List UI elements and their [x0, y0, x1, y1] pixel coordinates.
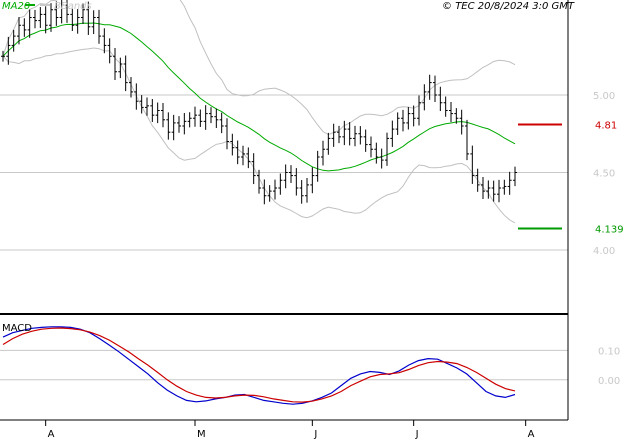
macd-title: MACD	[2, 323, 32, 334]
month-label: A	[528, 429, 535, 440]
legend-ma20: MA20	[2, 1, 30, 12]
price-tick-label: 4.00	[593, 246, 615, 257]
stock-chart: 4.81 4.139 4.00 4.50 5.00 0.00 0.10 A M J J A MA20…	[0, 0, 627, 440]
macd-series-macd	[2, 326, 516, 405]
price-tick-label: 5.00	[593, 91, 615, 102]
resistance-level-label: 4.81	[595, 120, 617, 131]
copyright-text: © TEC 20/8/2024 3:0 GMT	[442, 1, 575, 12]
bbands-legend-swatch	[40, 4, 50, 6]
right-gutter	[568, 0, 627, 440]
support-level-label: 4.139	[595, 224, 624, 235]
macd-series-signal	[2, 327, 516, 403]
macd-tick-label: 0.10	[598, 346, 620, 357]
month-label: M	[197, 429, 206, 440]
price-tick-label: 4.50	[593, 169, 615, 180]
month-label: J	[313, 429, 317, 440]
legend-bbands: BBands	[54, 1, 92, 12]
price-panel-background	[0, 0, 568, 314]
month-label: J	[415, 429, 419, 440]
macd-panel	[2, 326, 516, 405]
month-label: A	[48, 429, 55, 440]
macd-tick-label: 0.00	[598, 376, 620, 387]
